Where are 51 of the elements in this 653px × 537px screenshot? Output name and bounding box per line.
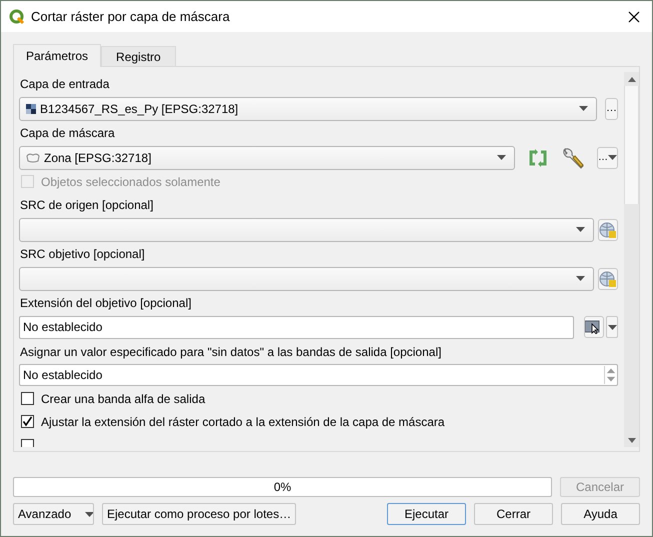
wrench-icon: [561, 146, 585, 170]
scrollbar[interactable]: [624, 72, 639, 447]
field-label: SRC de origen [opcional]: [19, 197, 154, 214]
caret-icon: [579, 106, 588, 111]
refresh-icon: [527, 148, 549, 166]
dropdown-value: Zona [EPSG:32718]: [44, 150, 152, 166]
field-label: Extensión del objetivo [opcional]: [19, 295, 192, 312]
app-logo-icon: [9, 8, 25, 24]
button[interactable]: Cerrar: [474, 503, 553, 525]
progress-text: 0%: [274, 479, 292, 496]
checkbox-label: Objetos seleccionados solamente: [41, 174, 220, 190]
caret-icon: [576, 227, 585, 232]
globe-icon: [599, 222, 617, 238]
crs-select-button[interactable]: [598, 218, 618, 240]
dropdown[interactable]: Zona [EPSG:32718]: [19, 146, 515, 170]
checkbox-label: Crear una banda alfa de salida: [41, 390, 206, 408]
dropdown-value: B1234567_RS_es_Py [EPSG:32718]: [40, 100, 240, 118]
field-label: Capa de máscara: [19, 125, 116, 142]
close-icon[interactable]: [628, 10, 640, 22]
checkbox-label: Ajustar la extensión del ráster cortado a la extensión de la capa de máscara: [41, 414, 445, 430]
field-label: Capa de entrada: [19, 76, 110, 93]
field-label: SRC objetivo [opcional]: [19, 246, 146, 263]
caret-icon: [85, 512, 93, 516]
scroll-down-icon[interactable]: [628, 438, 636, 442]
menu-button[interactable]: Avanzado: [13, 503, 94, 525]
more-options-button[interactable]: …: [597, 146, 618, 168]
scroll-up-icon[interactable]: [628, 76, 636, 82]
checkbox[interactable]: [21, 392, 34, 405]
dropdown-button[interactable]: [606, 316, 618, 338]
button[interactable]: Ayuda: [561, 503, 640, 525]
spin-arrows-icon: [604, 366, 617, 384]
field-label: Asignar un valor especificado para "sin datos" a las bandas de salida [opcional]: [19, 344, 442, 361]
button[interactable]: Ejecutar: [387, 503, 466, 525]
polygon-layer-icon: [26, 152, 40, 162]
caret-icon: [608, 155, 617, 160]
caret-icon: [576, 276, 585, 281]
tab[interactable]: Parámetros: [13, 44, 102, 67]
button[interactable]: Ejecutar como proceso por lotes…: [102, 503, 296, 525]
dropdown[interactable]: B1234567_RS_es_Py [EPSG:32718]: [19, 96, 597, 120]
extent-field[interactable]: No establecido: [19, 316, 574, 338]
caret-icon: [608, 324, 616, 330]
checkbox[interactable]: [21, 415, 34, 428]
extent-select-button[interactable]: [584, 316, 604, 338]
tab[interactable]: Registro: [101, 46, 176, 66]
raster-layer-icon: [26, 104, 36, 114]
browse-button[interactable]: …: [605, 98, 618, 120]
spin-box[interactable]: No establecido: [19, 364, 618, 386]
crs-select-button[interactable]: [598, 268, 618, 290]
window-title: Cortar ráster por capa de máscara: [31, 8, 230, 26]
caret-icon: [497, 155, 506, 160]
globe-icon: [599, 270, 617, 286]
